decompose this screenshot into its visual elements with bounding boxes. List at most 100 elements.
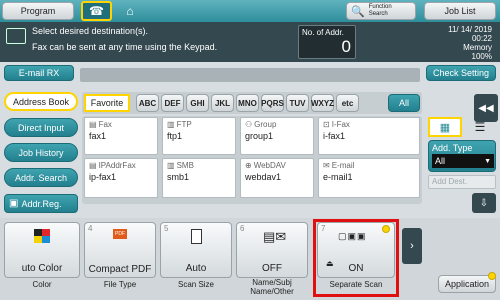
destination-type: SMB xyxy=(176,161,194,170)
function-scan-size[interactable]: 5 Auto xyxy=(160,222,232,278)
sidebar-item-direct-input[interactable]: Direct Input xyxy=(4,118,78,137)
tab-all-label: All xyxy=(398,98,409,108)
sidebar-item-addr-reg[interactable]: ▣ Addr.Reg. xyxy=(4,194,78,213)
address-counter-label: No. of Addr. xyxy=(302,28,344,37)
date-display: 11/ 14/ 2019 xyxy=(448,25,492,34)
list-view-button[interactable]: ☰ xyxy=(464,117,496,137)
sidebar-item-label: Address Book xyxy=(12,96,70,107)
separate-scan-icon: ▢▣▣ xyxy=(338,231,367,241)
status-info: 11/ 14/ 2019 00:22 Memory 100% xyxy=(448,25,492,61)
ftp-icon-row: ▥ FTP xyxy=(167,120,231,129)
function-number: 4 xyxy=(88,224,93,233)
destination-card[interactable]: ▤ IPAddrFax ip-fax1 xyxy=(84,158,158,198)
tab-ghi[interactable]: GHI xyxy=(186,94,209,112)
function-scroll-right-button[interactable]: › xyxy=(402,228,422,264)
application-label: Application xyxy=(444,279,490,289)
tab-mno[interactable]: MNO xyxy=(236,94,259,112)
tab-abc[interactable]: ABC xyxy=(136,94,159,112)
tab-favorite[interactable]: Favorite xyxy=(84,94,130,112)
destination-card[interactable]: ▤ Fax fax1 xyxy=(84,117,158,155)
destination-type: FTP xyxy=(176,120,192,129)
tab-jkl[interactable]: JKL xyxy=(211,94,234,112)
tab-etc[interactable]: etc xyxy=(336,94,359,112)
search-icon: 🔍 xyxy=(351,5,365,18)
destination-name: fax1 xyxy=(89,131,107,141)
destination-name: ip-fax1 xyxy=(89,172,117,182)
destination-type: E-mail xyxy=(331,161,355,170)
email-icon: ✉ xyxy=(323,161,330,170)
tab-all[interactable]: All xyxy=(388,94,420,112)
tab-def[interactable]: DEF xyxy=(161,94,184,112)
tab-wxyz[interactable]: WXYZ xyxy=(311,94,334,112)
fax-icon-row: ▤ Fax xyxy=(89,120,153,129)
destination-card[interactable]: ▥ FTP ftp1 xyxy=(162,117,236,155)
destination-type: I-Fax xyxy=(331,120,350,129)
scan-mode-button[interactable]: ⌂ xyxy=(116,1,144,21)
sidebar-item-address-book[interactable]: Address Book xyxy=(4,92,78,111)
address-counter: No. of Addr. 0 xyxy=(298,25,356,59)
status-line-1: Select desired destination(s). xyxy=(32,26,149,36)
scroll-down-icon: ⇩ xyxy=(479,197,489,209)
function-color[interactable]: uto Color xyxy=(4,222,80,278)
chevron-down-icon: ▼ xyxy=(484,157,491,165)
webdav-icon-row: ⊕ WebDAV xyxy=(245,161,309,170)
chevron-right-icon: › xyxy=(410,240,414,252)
function-label-color: Color xyxy=(32,280,52,289)
job-list-label: Job List xyxy=(444,6,476,16)
destination-name: ftp1 xyxy=(167,131,183,141)
add-type-selector[interactable]: Add. Type All ▼ xyxy=(428,140,496,172)
tab-label: ABC xyxy=(138,98,157,108)
destination-card[interactable]: ✉ E-mail e-mail1 xyxy=(318,158,420,198)
tab-label: JKL xyxy=(214,98,231,108)
function-search-line1: Function xyxy=(368,4,392,10)
destination-card[interactable]: ▥ SMB smb1 xyxy=(162,158,236,198)
check-setting-button[interactable]: Check Setting xyxy=(426,65,496,81)
add-dest-button[interactable]: Add Dest. xyxy=(428,175,496,189)
function-value: Compact PDF xyxy=(88,264,152,275)
tab-label: WXYZ xyxy=(310,98,335,108)
add-type-label: Add. Type xyxy=(432,143,473,153)
tab-pqrs[interactable]: PQRS xyxy=(261,94,284,112)
pdf-icon: PDF xyxy=(113,229,127,239)
paper-icon xyxy=(191,229,202,244)
fax-mode-button[interactable]: ☎ xyxy=(81,1,112,21)
color-icon xyxy=(34,229,50,243)
function-separate-scan[interactable]: 7 ▢▣▣ ⏏ ON xyxy=(317,222,395,278)
function-label-name-subject: Name/Subj Name/Other xyxy=(250,278,294,296)
function-value: Auto xyxy=(185,263,207,274)
active-indicator-dot xyxy=(382,225,390,233)
message-icon xyxy=(6,28,26,44)
program-button[interactable]: Program xyxy=(2,2,74,20)
function-label-separate-scan: Separate Scan xyxy=(329,280,383,289)
program-label: Program xyxy=(20,6,56,16)
destination-card[interactable]: ⚇ Group group1 xyxy=(240,117,314,155)
webdav-icon: ⊕ xyxy=(245,161,252,170)
tab-label: PQRS xyxy=(261,98,284,108)
function-name-subject[interactable]: 6 ▤✉ OFF xyxy=(236,222,308,278)
tab-label: DEF xyxy=(164,98,181,108)
address-counter-value: 0 xyxy=(341,37,351,56)
top-bar: Program ☎ ⌂ 🔍 Function Search Job List xyxy=(0,0,500,22)
grid-view-button[interactable]: ▦ xyxy=(428,117,462,137)
scroll-down-button[interactable]: ⇩ xyxy=(472,193,496,213)
grid-view-icon: ▦ xyxy=(439,121,451,134)
destination-card[interactable]: ⊡ I-Fax i-fax1 xyxy=(318,117,420,155)
sidebar-item-job-history[interactable]: Job History xyxy=(4,143,78,162)
tab-label: MNO xyxy=(238,98,257,108)
sidebar-item-label: Addr.Reg. xyxy=(21,198,62,209)
register-icon: ▣ xyxy=(9,198,19,209)
application-button[interactable]: Application xyxy=(438,275,496,293)
function-file-type[interactable]: 4 PDF Compact PDF xyxy=(84,222,156,278)
memory-label: Memory xyxy=(463,43,492,52)
function-search-button[interactable]: 🔍 Function Search xyxy=(346,2,416,20)
destination-card[interactable]: ⊕ WebDAV webdav1 xyxy=(240,158,314,198)
sidebar-item-label: Addr. Search xyxy=(14,172,68,183)
destination-name: webdav1 xyxy=(245,172,282,182)
add-type-dropdown[interactable]: All ▼ xyxy=(432,154,494,168)
job-list-button[interactable]: Job List xyxy=(424,2,496,20)
sidebar-item-addr-search[interactable]: Addr. Search xyxy=(4,168,78,187)
sidebar-item-label: Job History xyxy=(18,147,64,158)
email-rx-button[interactable]: E-mail RX xyxy=(4,65,74,81)
memory-value: 100% xyxy=(471,52,492,61)
tab-tuv[interactable]: TUV xyxy=(286,94,309,112)
